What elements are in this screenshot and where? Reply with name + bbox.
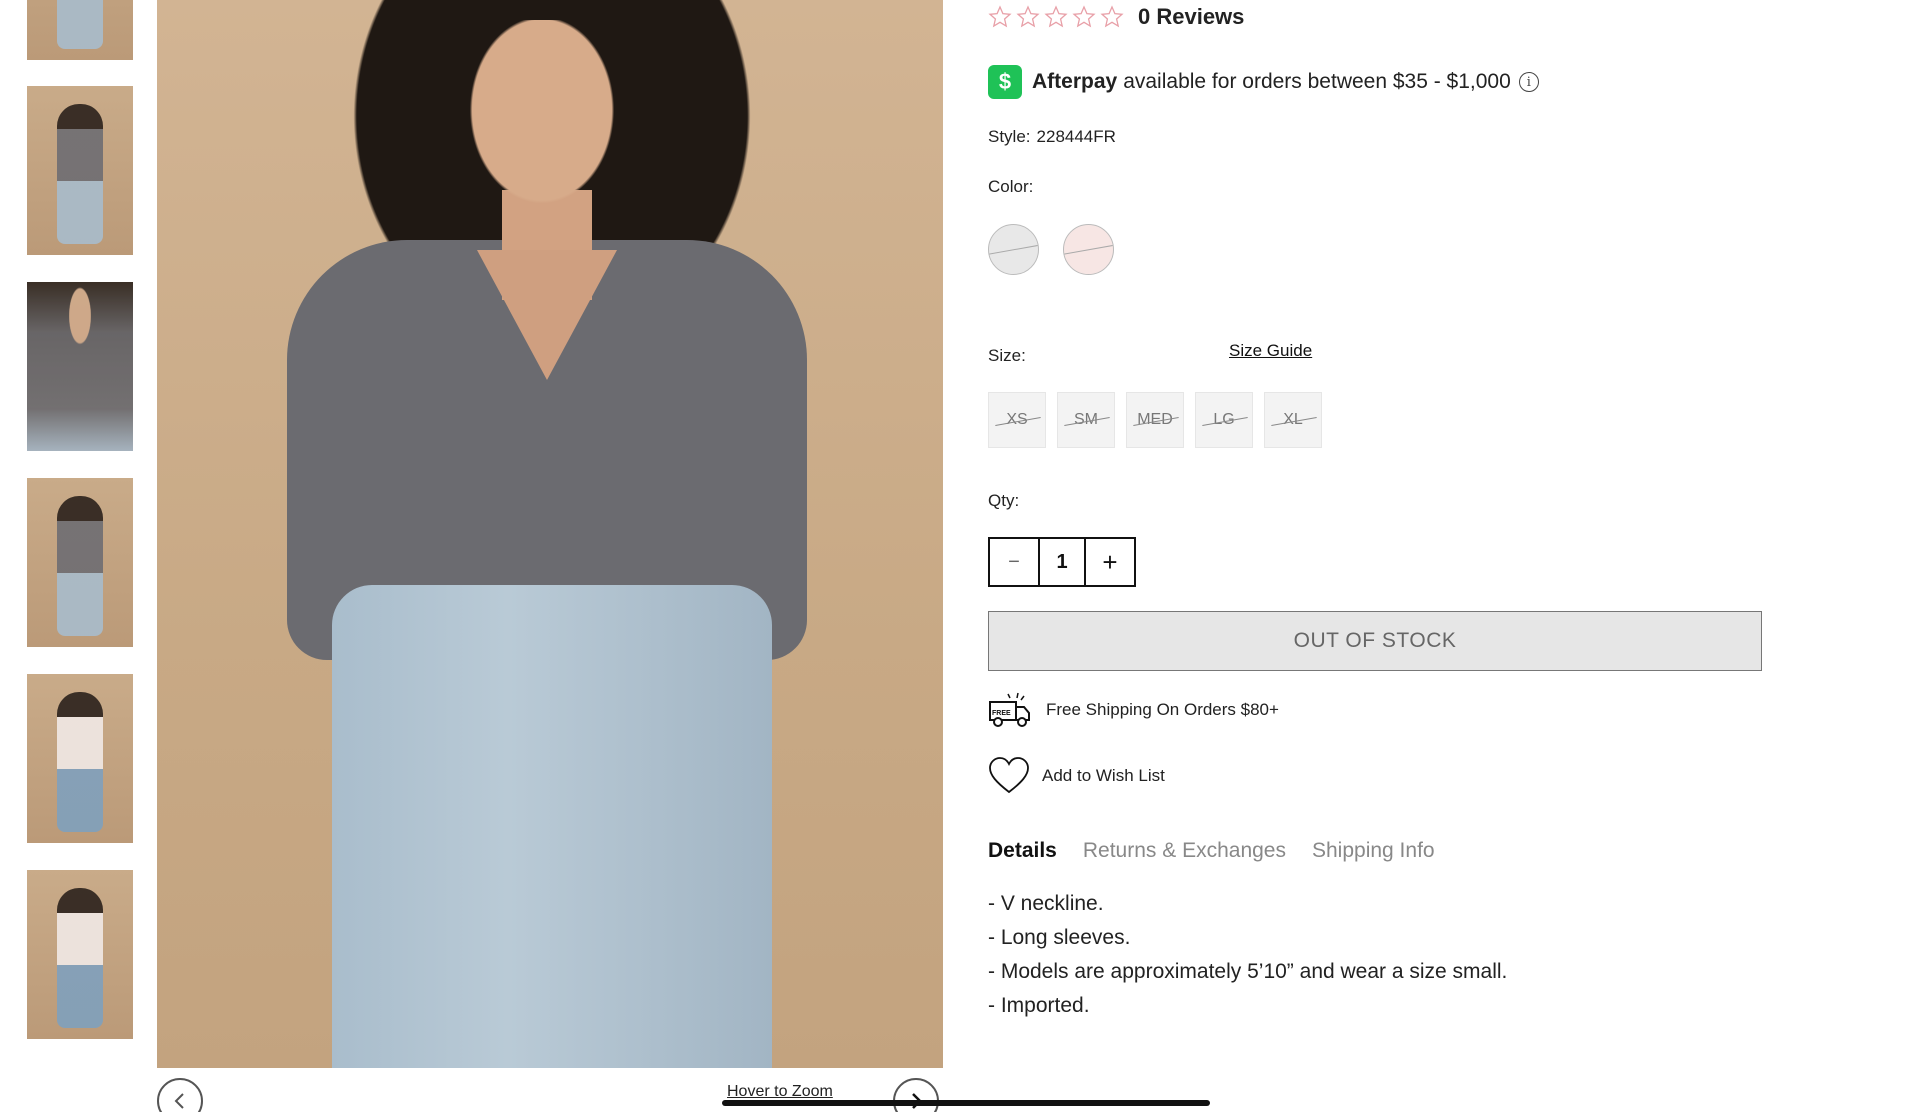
size-option-xs[interactable]: XS	[988, 392, 1046, 448]
delivery-truck-icon: FREE	[989, 692, 1030, 727]
wishlist-label[interactable]: Add to Wish List	[1042, 766, 1165, 786]
reviews-count[interactable]: 0 Reviews	[1138, 4, 1244, 30]
thumbnail-1[interactable]	[27, 0, 133, 60]
tab-returns-exchanges[interactable]: Returns & Exchanges	[1083, 839, 1286, 863]
chevron-left-icon	[174, 1093, 184, 1109]
reviews-summary[interactable]: 0 Reviews	[988, 4, 1244, 30]
hover-to-zoom-label: Hover to Zoom	[727, 1083, 833, 1100]
size-option-lg[interactable]: LG	[1195, 392, 1253, 448]
thumbnail-3[interactable]	[27, 282, 133, 451]
star-icon	[1100, 5, 1124, 28]
detail-item: - Long sleeves.	[988, 926, 1131, 949]
info-icon[interactable]: i	[1518, 72, 1539, 92]
star-icon	[1072, 5, 1096, 28]
size-option-sm[interactable]: SM	[1057, 392, 1115, 448]
thumbnail-4[interactable]	[27, 478, 133, 647]
main-product-image[interactable]	[157, 0, 943, 1068]
detail-item: - V neckline.	[988, 892, 1104, 915]
style-value: 228444FR	[1036, 127, 1116, 146]
color-swatch-grey[interactable]	[988, 224, 1039, 275]
horizontal-scrollbar[interactable]	[722, 1100, 1210, 1106]
free-shipping-info: FREE Free Shipping On Orders $80+	[988, 690, 1279, 730]
heart-icon	[989, 757, 1029, 794]
rating-stars	[988, 5, 1124, 29]
prev-image-button[interactable]	[157, 1078, 203, 1112]
afterpay-brand: Afterpay	[1032, 70, 1118, 93]
thumbnail-2[interactable]	[27, 86, 133, 255]
color-swatch-pink[interactable]	[1063, 224, 1114, 275]
free-shipping-text: Free Shipping On Orders $80+	[1046, 700, 1279, 719]
color-label: Color:	[988, 177, 1034, 196]
color-swatches	[988, 224, 1114, 275]
out-of-stock-button[interactable]: OUT OF STOCK	[988, 611, 1762, 671]
size-option-med[interactable]: MED	[1126, 392, 1184, 448]
afterpay-banner: $ Afterpay available for orders between …	[988, 65, 1539, 99]
size-options: XS SM MED LG XL	[988, 392, 1322, 448]
afterpay-text: available for orders between $35 - $1,00…	[1123, 70, 1511, 93]
detail-item: - Imported.	[988, 994, 1090, 1017]
afterpay-logo-icon: $	[988, 65, 1022, 99]
product-page: Hover to Zoom 0 Reviews $ Afterpay avail…	[0, 0, 1920, 1112]
qty-decrease-button[interactable]: −	[990, 539, 1038, 585]
size-option-xl[interactable]: XL	[1264, 392, 1322, 448]
size-guide-link[interactable]: Size Guide	[1229, 341, 1312, 361]
quantity-stepper: − 1 +	[988, 537, 1136, 587]
star-icon	[1016, 5, 1040, 28]
info-tabs: Details Returns & Exchanges Shipping Inf…	[988, 839, 1435, 863]
style-number: Style: 228444FR	[988, 127, 1116, 147]
qty-input[interactable]: 1	[1038, 539, 1086, 585]
free-badge: FREE	[992, 710, 1011, 717]
star-icon	[988, 5, 1012, 28]
tab-details[interactable]: Details	[988, 839, 1057, 863]
size-label: Size:	[988, 346, 1026, 365]
details-list: - V neckline. - Long sleeves. - Models a…	[988, 887, 1507, 1023]
detail-item: - Models are approximately 5’10” and wea…	[988, 960, 1508, 983]
thumbnail-6[interactable]	[27, 870, 133, 1039]
next-image-button[interactable]	[893, 1078, 939, 1112]
thumbnail-5[interactable]	[27, 674, 133, 843]
qty-increase-button[interactable]: +	[1086, 539, 1134, 585]
tab-shipping-info[interactable]: Shipping Info	[1312, 839, 1435, 863]
star-icon	[1044, 5, 1068, 28]
add-to-wishlist[interactable]: Add to Wish List	[988, 756, 1165, 796]
style-label: Style:	[988, 127, 1031, 146]
qty-label: Qty:	[988, 491, 1020, 510]
